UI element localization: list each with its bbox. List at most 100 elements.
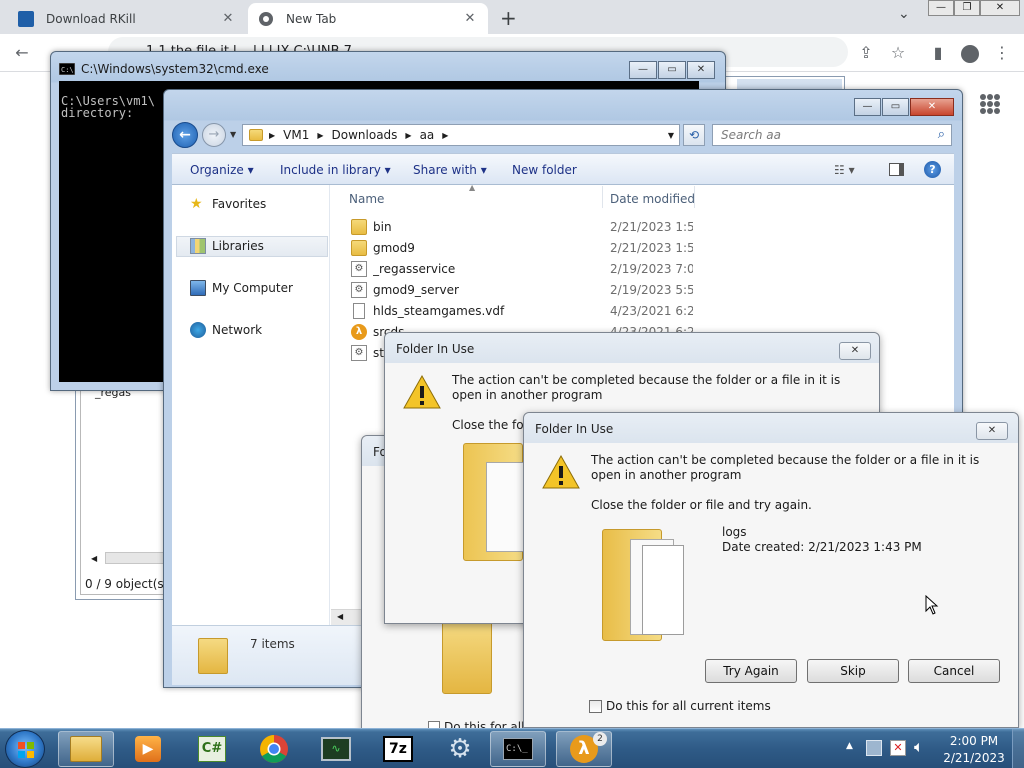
- share-with-menu[interactable]: Share with ▾: [413, 154, 487, 186]
- taskbar-csharp-button[interactable]: C#: [184, 731, 240, 767]
- skip-button[interactable]: Skip: [807, 659, 899, 683]
- maximize-button[interactable]: ▭: [882, 98, 909, 116]
- breadcrumb-downloads[interactable]: Downloads: [332, 128, 398, 142]
- start-button[interactable]: [5, 730, 45, 768]
- file-date: 2/21/2023 1:54 P: [610, 219, 693, 234]
- forward-button[interactable]: →: [202, 123, 226, 147]
- new-folder-button[interactable]: New folder: [512, 154, 577, 186]
- file-row-regasservice[interactable]: ⚙ _regasservice 2/19/2023 7:06 P: [347, 258, 693, 279]
- rkill-favicon-icon: [18, 10, 34, 27]
- file-name: _regasservice: [373, 261, 456, 276]
- cmd-window-title: C:\Windows\system32\cmd.exe: [81, 62, 269, 76]
- tab-search-button[interactable]: ⌄: [898, 6, 910, 22]
- close-button[interactable]: ✕: [976, 422, 1008, 440]
- browser-tab-download-rkill[interactable]: Download RKill ✕: [8, 3, 246, 34]
- document-icon: [353, 302, 365, 319]
- tab-title: Download RKill: [46, 11, 136, 26]
- nav-my-computer[interactable]: My Computer: [190, 278, 293, 298]
- background-window-pane: _regas ◀: [80, 377, 165, 595]
- column-divider: [694, 186, 695, 208]
- browser-close-button[interactable]: ✕: [980, 0, 1020, 16]
- maximize-button[interactable]: ▭: [658, 61, 686, 79]
- search-icon: ⌕: [937, 127, 945, 142]
- item-count: 7 items: [250, 637, 295, 651]
- network-tray-icon[interactable]: [866, 740, 882, 756]
- recent-pages-dropdown-icon[interactable]: ▼: [230, 130, 236, 139]
- minimize-button[interactable]: —: [629, 61, 657, 79]
- folder-in-use-dialog[interactable]: Folder In Use ✕ The action can't be comp…: [523, 412, 1019, 728]
- close-button[interactable]: ✕: [687, 61, 715, 79]
- taskbar-explorer-button[interactable]: [58, 731, 114, 767]
- service-file-icon: ⚙: [351, 344, 367, 361]
- explorer-icon: [70, 736, 102, 762]
- folder-large-icon: [602, 523, 686, 643]
- nav-libraries[interactable]: Libraries: [190, 236, 264, 256]
- tab-close-icon[interactable]: ✕: [462, 11, 478, 26]
- sort-arrow-icon: ▲: [469, 183, 476, 192]
- nav-favorites[interactable]: ★ Favorites: [190, 194, 266, 214]
- column-header-name[interactable]: Name: [349, 192, 384, 206]
- scroll-left-arrow-icon[interactable]: ◀: [337, 612, 343, 621]
- folder-icon: [351, 218, 367, 235]
- breadcrumb-vm1[interactable]: VM1: [283, 128, 309, 142]
- close-button[interactable]: ✕: [839, 342, 871, 360]
- volume-icon[interactable]: 🔈︎: [914, 737, 924, 757]
- minimize-button[interactable]: —: [854, 98, 881, 116]
- file-row-gmod9[interactable]: gmod9 2/21/2023 1:53 P: [347, 237, 693, 258]
- browser-menu-icon[interactable]: ⋮: [990, 41, 1014, 65]
- preview-pane-icon[interactable]: [889, 163, 904, 176]
- chrome-favicon-icon: [259, 11, 273, 26]
- nav-label: Libraries: [212, 239, 264, 253]
- address-bar[interactable]: ▶ VM1 ▶ Downloads ▶ aa ▶ ▼: [242, 124, 680, 146]
- browser-minimize-button[interactable]: —: [928, 0, 954, 16]
- browser-tab-new-tab[interactable]: New Tab ✕: [248, 3, 488, 34]
- tab-close-icon[interactable]: ✕: [220, 11, 236, 26]
- scroll-left-arrow-icon[interactable]: ◀: [91, 554, 97, 563]
- file-row-hlds-steamgames[interactable]: hlds_steamgames.vdf 4/23/2021 6:20 A: [347, 300, 693, 321]
- change-view-icon[interactable]: ☷ ▾: [834, 154, 855, 186]
- nav-network[interactable]: Network: [190, 320, 262, 340]
- taskbar-task-manager-button[interactable]: ∿: [308, 731, 364, 767]
- refresh-button[interactable]: ⟲: [683, 124, 705, 146]
- back-button[interactable]: ←: [172, 122, 198, 148]
- column-header-date[interactable]: Date modified: [610, 192, 695, 206]
- show-desktop-button[interactable]: [1012, 729, 1024, 768]
- settings-gear-icon: ⚙: [448, 734, 472, 764]
- google-apps-icon[interactable]: [980, 94, 1000, 114]
- close-button[interactable]: ✕: [910, 98, 954, 116]
- folder-large-icon: [463, 443, 524, 561]
- horizontal-scrollbar[interactable]: [105, 552, 165, 564]
- new-tab-button[interactable]: +: [500, 6, 520, 30]
- taskbar-half-life-button[interactable]: λ 2: [556, 731, 612, 767]
- share-icon[interactable]: ⇪: [854, 41, 878, 65]
- browser-maximize-button[interactable]: ❐: [954, 0, 980, 16]
- address-dropdown-icon[interactable]: ▼: [668, 131, 674, 140]
- back-arrow-icon[interactable]: ←: [10, 41, 34, 65]
- taskbar-chrome-button[interactable]: [246, 731, 302, 767]
- file-row-bin[interactable]: bin 2/21/2023 1:54 P: [347, 216, 693, 237]
- cancel-button[interactable]: Cancel: [908, 659, 1000, 683]
- show-hidden-icons-button[interactable]: ▲: [846, 741, 853, 751]
- clock-date[interactable]: 2/21/2023: [934, 751, 1014, 765]
- breadcrumb-separator-icon: ▶: [405, 130, 412, 140]
- try-again-button[interactable]: Try Again: [705, 659, 797, 683]
- side-panel-icon[interactable]: ▮: [926, 41, 950, 65]
- dialog-message: The action can't be completed because th…: [452, 373, 841, 402]
- organize-menu[interactable]: Organize ▾: [190, 154, 254, 186]
- include-in-library-menu[interactable]: Include in library ▾: [280, 154, 391, 186]
- taskbar-media-player-button[interactable]: ▶: [120, 731, 176, 767]
- do-this-for-all-checkbox[interactable]: [589, 700, 602, 713]
- nav-label: Network: [212, 323, 263, 337]
- search-input[interactable]: Search aa ⌕: [712, 124, 952, 146]
- taskbar-cmd-button[interactable]: C:\_: [490, 731, 546, 767]
- breadcrumb-aa[interactable]: aa: [420, 128, 435, 142]
- star-icon: ★: [190, 196, 203, 212]
- file-row-gmod9-server[interactable]: ⚙ gmod9_server 2/19/2023 5:58 P: [347, 279, 693, 300]
- profile-avatar-icon[interactable]: [958, 41, 982, 65]
- taskbar-7zip-button[interactable]: 7z: [370, 731, 426, 767]
- clock-time[interactable]: 2:00 PM: [934, 734, 1014, 748]
- action-center-icon[interactable]: ✕: [890, 740, 906, 756]
- help-icon[interactable]: ?: [924, 161, 941, 178]
- taskbar-settings-button[interactable]: ⚙: [432, 731, 488, 767]
- bookmark-star-icon[interactable]: ☆: [886, 41, 910, 65]
